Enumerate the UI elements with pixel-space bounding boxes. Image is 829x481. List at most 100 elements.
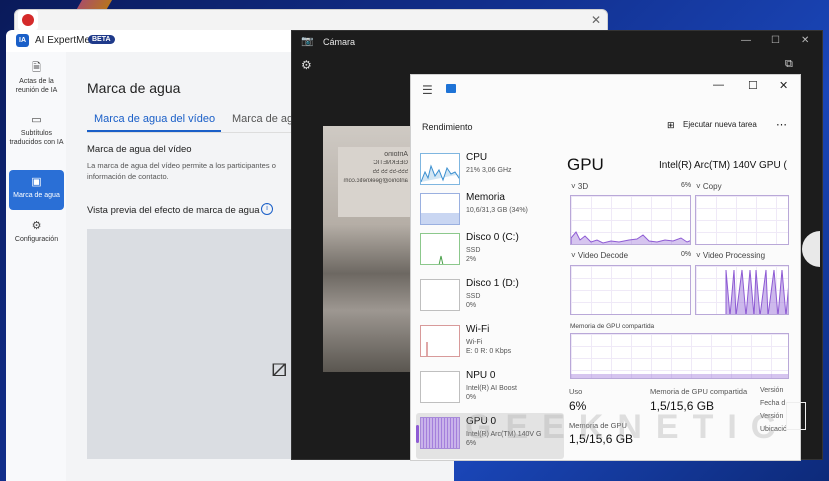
hamburger-menu-icon[interactable]: ☰	[422, 83, 433, 97]
item-name: Wi-Fi	[466, 324, 490, 335]
card-line: antonio@geeknetic.com	[343, 178, 408, 184]
disk0-thumbnail	[420, 233, 460, 265]
sidebar-item-minutes[interactable]: 🗎 Actas de la reunión de IA	[9, 62, 64, 95]
gear-icon[interactable]: ⚙	[301, 58, 312, 72]
section-title: Rendimiento	[422, 122, 473, 132]
gpu-name: Intel(R) Arc(TM) 140V GPU (	[659, 160, 787, 171]
tab-other-watermark[interactable]: Marca de ag	[232, 113, 293, 125]
engine-video-decode-label[interactable]: ˅ Video Decode	[571, 251, 628, 260]
tab-video-watermark[interactable]: Marca de agua del vídeo	[94, 113, 215, 125]
shared-memory-label: Memoria de GPU compartida	[570, 323, 655, 330]
more-options-icon[interactable]: ⋯	[776, 118, 787, 131]
item-name: Disco 0 (C:)	[466, 232, 519, 243]
graph-shared-memory	[570, 333, 789, 379]
list-item-disk0[interactable]: Disco 0 (C:) SSD 2%	[416, 229, 564, 273]
task-manager-icon	[446, 84, 456, 93]
graph-video-processing-line	[725, 269, 788, 314]
maximize-icon[interactable]: ☐	[771, 35, 780, 46]
card-line: 555-55 55 55	[372, 169, 408, 175]
gear-icon: ⚙	[31, 220, 42, 232]
disk1-thumbnail	[420, 279, 460, 311]
cpu-thumbnail	[420, 153, 460, 185]
card-line: Antoino	[384, 151, 408, 158]
item-name: Disco 1 (D:)	[466, 278, 519, 289]
page-title: Marca de agua	[87, 80, 181, 96]
sidebar-item-label: Marca de agua	[13, 192, 60, 199]
gpu-heading: GPU	[567, 155, 604, 174]
wifi-thumbnail	[420, 325, 460, 357]
item-sub: 10,6/31,3 GB (34%)	[466, 207, 528, 214]
task-manager-window: ☰ — ☐ ✕ Rendimiento ⊞ Ejecutar nueva tar…	[410, 74, 801, 461]
engine-video-decode-pct: 0%	[681, 251, 692, 258]
business-card: Antoino GEEKNETIC 555-55 55 55 antonio@g…	[338, 147, 412, 217]
camera-icon: 📷	[301, 36, 314, 47]
active-tab-underline	[87, 130, 221, 132]
engine-label: 3D	[577, 182, 589, 191]
npu-thumbnail	[420, 371, 460, 403]
minimize-icon[interactable]: —	[741, 35, 751, 46]
close-icon[interactable]: ✕	[779, 79, 788, 92]
graph-video-processing	[695, 265, 789, 315]
list-item-disk1[interactable]: Disco 1 (D:) SSD 0%	[416, 275, 564, 319]
list-item-wifi[interactable]: Wi-Fi Wi-Fi E: 0 R: 0 Kbps	[416, 321, 564, 365]
info-icon[interactable]: i	[261, 203, 273, 215]
camera-title: Cámara	[323, 37, 356, 47]
item-sub: Wi-Fi E: 0 R: 0 Kbps	[466, 339, 512, 355]
item-name: NPU 0	[466, 370, 496, 381]
graph-3d	[570, 195, 691, 245]
sidebar-item-settings[interactable]: ⚙ Configuración	[9, 220, 64, 244]
app-logo-icon: IA	[16, 34, 29, 47]
engine-3d-pct: 6%	[681, 182, 692, 189]
gpu-thumbnail	[420, 417, 460, 449]
site-watermark: GEEKNETIC	[465, 408, 790, 446]
close-icon[interactable]: ✕	[801, 35, 809, 46]
maximize-icon[interactable]: ☐	[748, 79, 758, 92]
run-new-task-button[interactable]: Ejecutar nueva tarea	[683, 120, 757, 129]
side-panel-handle[interactable]	[802, 231, 820, 267]
section-title: Marca de agua del vídeo	[87, 144, 192, 155]
desktop-app-icon[interactable]	[18, 10, 38, 30]
disk0-sparkline	[438, 255, 444, 264]
sidebar-item-watermark[interactable]: ▣ Marca de agua	[9, 170, 64, 210]
engine-copy-label[interactable]: ˅ Copy	[696, 182, 722, 191]
sidebar-item-subtitles[interactable]: ▭ Subtítulos traducidos con IA	[9, 114, 64, 147]
stat-shared-memory-label: Memoria de GPU compartida	[650, 387, 748, 396]
cpu-sparkline	[421, 164, 459, 183]
item-sub: SSD 0%	[466, 293, 481, 309]
graph-video-decode	[570, 265, 691, 315]
list-item-cpu[interactable]: CPU 21% 3,06 GHz	[416, 149, 564, 193]
close-icon[interactable]: ✕	[591, 13, 601, 27]
graph-copy	[695, 195, 789, 245]
no-image-icon: ⧄	[271, 352, 288, 382]
info-label: Fecha d	[760, 400, 786, 407]
info-label: Versión	[760, 387, 784, 394]
item-name: CPU	[466, 152, 488, 163]
memory-fill	[421, 213, 459, 224]
selection-indicator	[416, 425, 419, 443]
wifi-sparkline	[426, 342, 428, 356]
camera-mode-icon[interactable]: ⧉	[785, 58, 793, 71]
item-sub: 21% 3,06 GHz	[466, 167, 512, 174]
list-item-npu[interactable]: NPU 0 Intel(R) AI Boost 0%	[416, 367, 564, 411]
item-name: Memoria	[466, 192, 505, 203]
run-task-icon: ⊞	[667, 120, 675, 130]
item-sub: SSD 2%	[466, 247, 481, 263]
sidebar-item-label: Subtítulos traducidos con IA	[9, 130, 64, 146]
engine-3d-label[interactable]: ˅ 3D	[571, 182, 588, 191]
stat-usage-label: Uso	[569, 387, 583, 396]
gpu-fill	[421, 418, 459, 448]
list-item-memory[interactable]: Memoria 10,6/31,3 GB (34%)	[416, 189, 564, 233]
beta-badge: BETA	[88, 35, 115, 44]
preview-title: Vista previa del efecto de marca de agua	[87, 205, 260, 216]
subtitles-icon: ▭	[31, 114, 42, 126]
engine-label: Video Processing	[702, 251, 766, 260]
engine-video-processing-label[interactable]: ˅ Video Processing	[696, 251, 765, 260]
monitor-icon: ▣	[31, 176, 42, 188]
minimize-icon[interactable]: —	[713, 79, 724, 91]
card-line: GEEKNETIC	[373, 160, 408, 166]
item-sub: Intel(R) AI Boost 0%	[466, 385, 517, 401]
section-description: La marca de agua del vídeo permite a los…	[87, 161, 276, 181]
document-icon: 🗎	[32, 62, 41, 74]
shared-memory-fill	[571, 374, 788, 378]
sidebar: 🗎 Actas de la reunión de IA ▭ Subtítulos…	[6, 52, 66, 481]
